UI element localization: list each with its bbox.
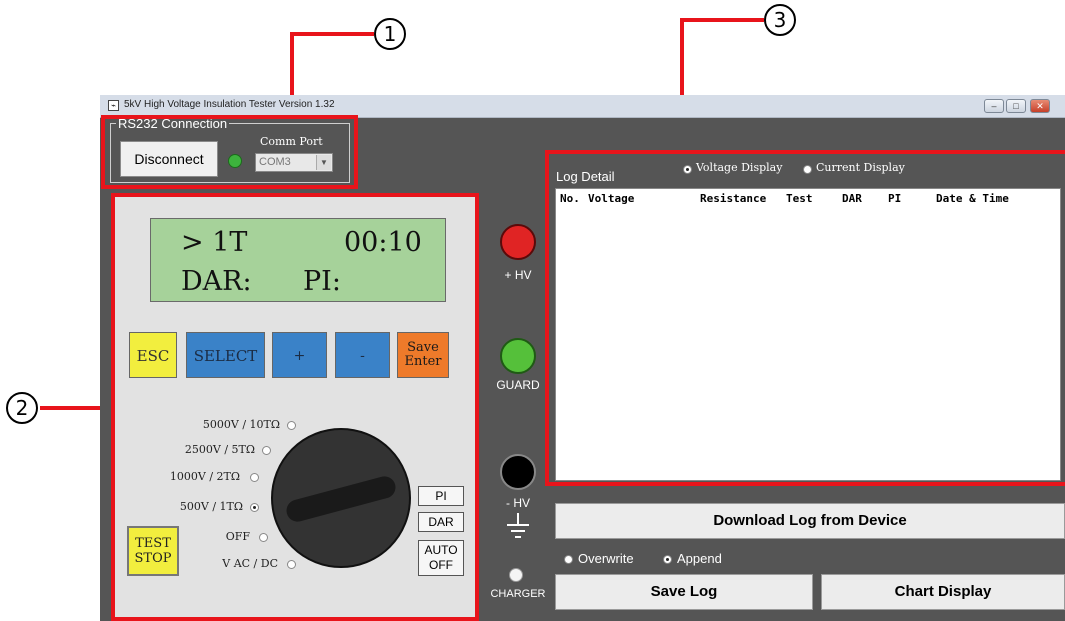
minus-hv-label: - HV [506, 496, 530, 510]
highlight-box-3 [545, 150, 1065, 486]
callout-3-line [682, 18, 764, 22]
callout-1-line [292, 32, 374, 36]
guard-label: GUARD [496, 378, 540, 392]
append-radio[interactable] [663, 555, 672, 564]
close-button[interactable]: ✕ [1030, 99, 1050, 113]
charger-led [509, 568, 523, 582]
highlight-box-2 [111, 193, 479, 621]
minus-hv-terminal [500, 454, 536, 490]
overwrite-radio[interactable] [564, 555, 573, 564]
guard-terminal [500, 338, 536, 374]
overwrite-label: Overwrite [578, 551, 634, 566]
chart-display-button[interactable]: Chart Display [821, 574, 1065, 610]
plus-hv-label: + HV [504, 268, 532, 282]
save-log-button[interactable]: Save Log [555, 574, 813, 610]
callout-1: 1 [374, 18, 406, 50]
ground-icon [507, 513, 529, 538]
append-label: Append [677, 551, 722, 566]
window-title: 5kV High Voltage Insulation Tester Versi… [124, 99, 335, 110]
download-log-button[interactable]: Download Log from Device [555, 503, 1065, 539]
callout-3: 3 [764, 4, 796, 36]
plus-hv-terminal [500, 224, 536, 260]
app-icon: ⌁ [108, 100, 119, 111]
minimize-button[interactable]: – [984, 99, 1004, 113]
charger-label: CHARGER [490, 588, 546, 600]
highlight-box-1 [101, 115, 358, 189]
maximize-button[interactable]: □ [1006, 99, 1026, 113]
callout-2: 2 [6, 392, 38, 424]
